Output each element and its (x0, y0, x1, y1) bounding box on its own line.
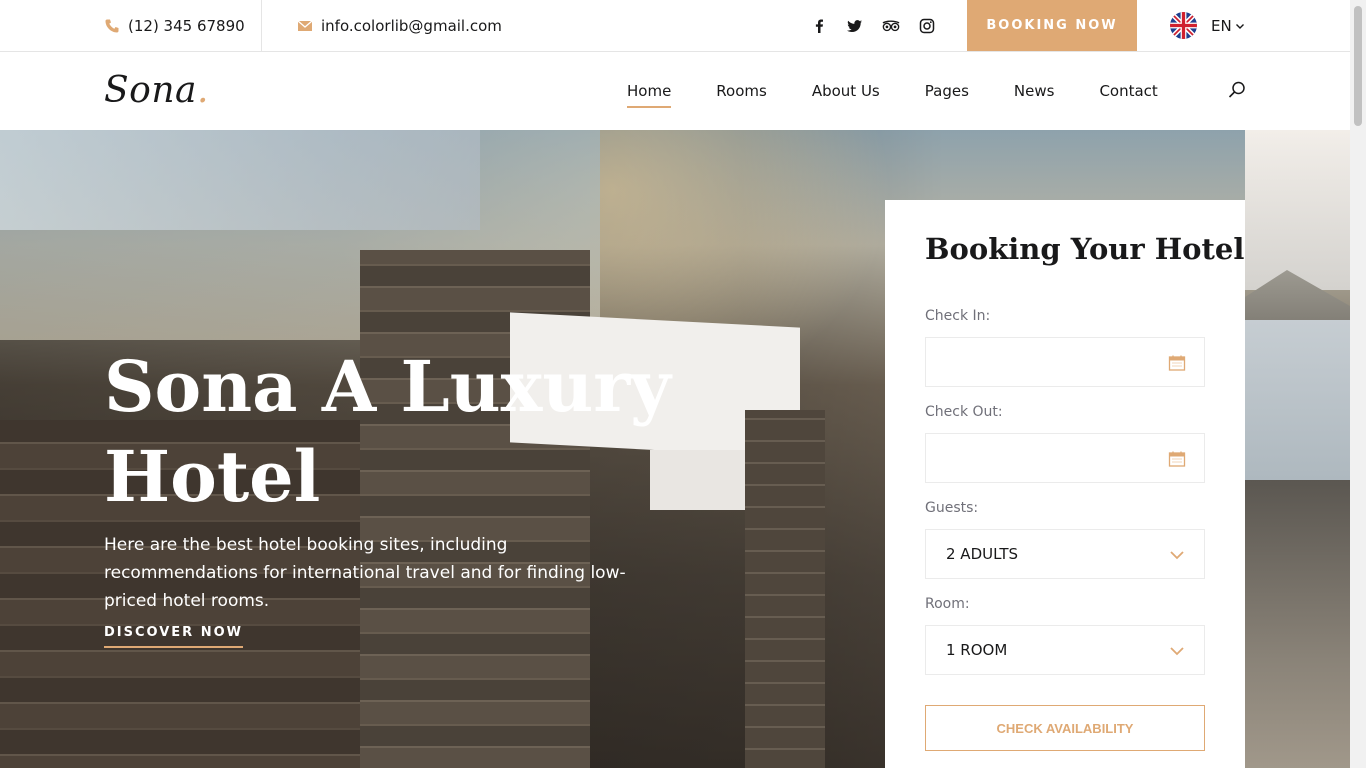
booking-title: Booking Your Hotel (925, 232, 1245, 266)
room-select[interactable]: 1 ROOM (925, 625, 1205, 675)
hero-glass (0, 130, 480, 230)
guests-label: Guests: (925, 500, 979, 516)
chevron-down-icon (1168, 642, 1186, 660)
top-bar: (12) 345 67890 info.colorlib@gmail.com B… (0, 0, 1350, 52)
page-scrollbar[interactable] (1350, 0, 1366, 768)
nav-item-about-us[interactable]: About Us (812, 76, 880, 106)
divider (261, 0, 262, 51)
hero-sky-right (1245, 130, 1350, 290)
discover-now-link[interactable]: Discover Now (104, 625, 243, 648)
check-out-label: Check Out: (925, 404, 1003, 420)
language-selector[interactable]: EN (1170, 0, 1245, 51)
nav-item-news[interactable]: News (1014, 76, 1055, 106)
calendar-icon (1168, 450, 1186, 468)
guests-select[interactable]: 2 ADULTS (925, 529, 1205, 579)
hero-deck (1245, 480, 1350, 768)
booking-now-button[interactable]: Booking Now (967, 0, 1137, 51)
hero-title-line2: Hotel (104, 435, 321, 518)
nav-item-home[interactable]: Home (627, 76, 672, 108)
phone-number: (12) 345 67890 (128, 16, 245, 35)
check-out-field[interactable] (925, 433, 1205, 483)
calendar-icon (1168, 354, 1186, 372)
language-code: EN (1211, 16, 1232, 35)
guests-value: 2 ADULTS (946, 545, 1019, 563)
hero-title-line1: Sona A Luxury (104, 345, 671, 428)
facebook-icon[interactable] (810, 17, 828, 35)
hero-title: Sona A Luxury Hotel (104, 342, 724, 522)
phone-icon (104, 18, 120, 34)
chevron-down-icon (1168, 546, 1186, 564)
instagram-icon[interactable] (918, 17, 936, 35)
nav-item-rooms[interactable]: Rooms (716, 76, 767, 106)
room-label: Room: (925, 596, 970, 612)
email-address: info.colorlib@gmail.com (321, 16, 502, 35)
uk-flag-icon (1170, 12, 1197, 39)
email-contact[interactable]: info.colorlib@gmail.com (297, 0, 502, 51)
social-links (810, 0, 936, 51)
logo-text: Sona (104, 70, 197, 111)
nav-item-contact[interactable]: Contact (1099, 76, 1157, 106)
check-availability-button[interactable]: Check Availability (925, 705, 1205, 751)
nav-item-pages[interactable]: Pages (925, 76, 969, 106)
mail-icon (297, 18, 313, 34)
tripadvisor-icon[interactable] (882, 17, 900, 35)
search-icon[interactable] (1227, 80, 1247, 100)
booking-form: Booking Your Hotel Check In: Check Out: … (885, 200, 1245, 768)
main-header: Sona. Home Rooms About Us Pages News Con… (0, 52, 1350, 130)
room-value: 1 ROOM (946, 641, 1008, 659)
check-in-field[interactable] (925, 337, 1205, 387)
phone-contact[interactable]: (12) 345 67890 (104, 0, 245, 51)
chevron-down-icon (1235, 17, 1245, 35)
hero-stone-column (745, 410, 825, 768)
check-in-label: Check In: (925, 308, 991, 324)
twitter-icon[interactable] (846, 17, 864, 35)
hero-description: Here are the best hotel booking sites, i… (104, 535, 626, 611)
site-logo[interactable]: Sona. (104, 70, 209, 111)
scrollbar-thumb[interactable] (1354, 6, 1362, 126)
main-nav: Home Rooms About Us Pages News Contact (627, 52, 1158, 130)
logo-dot: . (196, 70, 209, 111)
